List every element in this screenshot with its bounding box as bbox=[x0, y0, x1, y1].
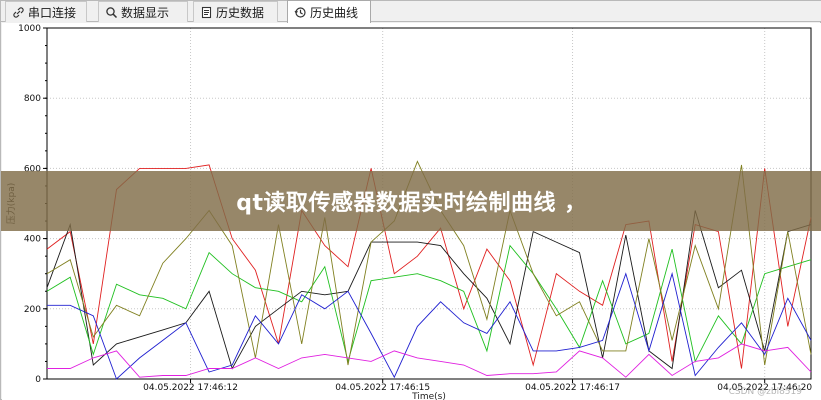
tab-label: 历史曲线 bbox=[310, 5, 359, 20]
tab-label: 历史数据 bbox=[216, 5, 265, 20]
x-axis-title: Time(s) bbox=[411, 392, 446, 400]
app-window: 串口连接 数据显示 历史数据 历史曲线 0 200 400 600 800 1000 04.… bbox=[0, 0, 821, 400]
watermark: CSDN @zbl8519 bbox=[728, 387, 802, 397]
tab-history-data[interactable]: 历史数据 bbox=[193, 1, 278, 22]
tab-serial-connection[interactable]: 串口连接 bbox=[5, 1, 87, 22]
search-icon bbox=[104, 5, 118, 19]
x-tick-label: 04.05.2022 17:46:17 bbox=[525, 383, 620, 393]
y-tick-label: 200 bbox=[24, 305, 41, 315]
x-tick-label: 04.05.2022 17:46:12 bbox=[143, 383, 238, 393]
y-tick-label: 1000 bbox=[18, 24, 41, 34]
document-icon bbox=[199, 5, 213, 19]
link-icon bbox=[11, 5, 25, 19]
y-tick-label: 400 bbox=[24, 235, 41, 245]
banner-title: qt读取传感器数据实时绘制曲线 ， bbox=[236, 191, 587, 216]
y-tick-label: 800 bbox=[24, 94, 41, 104]
tab-label: 数据显示 bbox=[121, 5, 170, 20]
tab-history-curve[interactable]: 历史曲线 bbox=[287, 0, 371, 23]
tab-bar: 串口连接 数据显示 历史数据 历史曲线 bbox=[1, 0, 821, 23]
y-tick-label: 0 bbox=[35, 375, 41, 385]
title-banner: qt读取传感器数据实时绘制曲线 ， bbox=[1, 171, 821, 231]
tab-label: 串口连接 bbox=[28, 5, 77, 20]
tab-data-display[interactable]: 数据显示 bbox=[98, 1, 188, 22]
history-icon bbox=[293, 5, 307, 19]
